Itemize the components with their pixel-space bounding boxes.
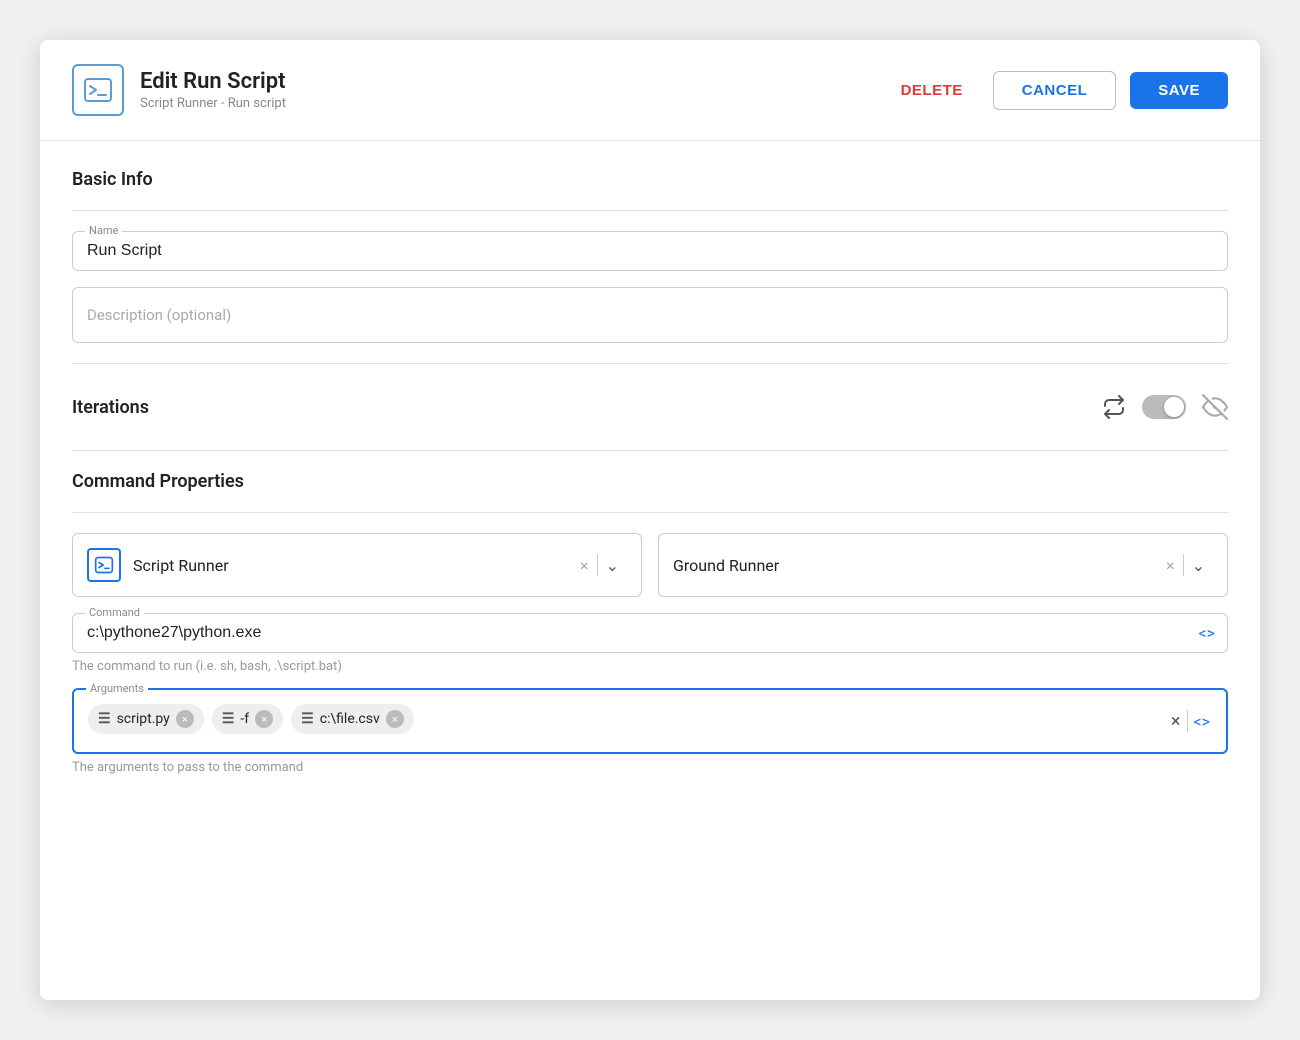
arg-text-3: c:\file.csv <box>320 711 380 727</box>
script-runner-icon <box>83 75 113 105</box>
name-field-group: Name <box>72 231 1228 271</box>
plugin-dropdown-icon <box>87 548 121 582</box>
runner-dropdown-actions: × ⌄ <box>1158 554 1213 576</box>
delete-button[interactable]: DELETE <box>885 72 979 109</box>
repeat-icon <box>1102 395 1126 419</box>
repeat-icon-button[interactable] <box>1102 395 1126 419</box>
arg-tag-2: ☰ -f × <box>212 704 283 734</box>
arguments-hint: The arguments to pass to the command <box>72 760 1228 775</box>
command-hint: The command to run (i.e. sh, bash, .\scr… <box>72 659 1228 674</box>
arg-tag-3: ☰ c:\file.csv × <box>291 704 414 734</box>
name-input[interactable] <box>87 240 1213 260</box>
arg-remove-1[interactable]: × <box>176 710 194 728</box>
command-properties-title: Command Properties <box>72 471 1228 492</box>
iterations-label: Iterations <box>72 397 149 418</box>
divider-1 <box>72 210 1228 211</box>
plugin-dropdown-text: Script Runner <box>133 556 572 575</box>
arg-icon-2: ☰ <box>222 711 235 727</box>
arguments-right: × <> <box>1165 710 1216 732</box>
arguments-wrapper[interactable]: Arguments ☰ script.py × ☰ -f × ☰ c:\file… <box>72 688 1228 754</box>
command-code-icon[interactable]: <> <box>1199 624 1216 643</box>
cancel-button[interactable]: CANCEL <box>993 71 1117 110</box>
name-field-wrapper: Name <box>72 231 1228 271</box>
dropdowns-row: Script Runner × ⌄ Ground Runner × ⌄ <box>72 533 1228 597</box>
eye-slash-icon <box>1202 394 1228 420</box>
runner-dropdown[interactable]: Ground Runner × ⌄ <box>658 533 1228 597</box>
terminal-icon <box>94 555 114 575</box>
iterations-row: Iterations <box>72 384 1228 430</box>
description-field[interactable]: Description (optional) <box>72 287 1228 343</box>
visibility-toggle-button[interactable] <box>1202 394 1228 420</box>
command-field: Command <> <box>72 613 1228 653</box>
arg-tag-1: ☰ script.py × <box>88 704 204 734</box>
divider-2 <box>72 363 1228 364</box>
arg-icon-1: ☰ <box>98 711 111 727</box>
header: Edit Run Script Script Runner - Run scri… <box>40 40 1260 141</box>
arg-remove-2[interactable]: × <box>255 710 273 728</box>
header-text: Edit Run Script Script Runner - Run scri… <box>140 69 885 111</box>
iterations-controls <box>1102 394 1228 420</box>
arguments-label: Arguments <box>86 682 148 695</box>
plugin-dropdown-actions: × ⌄ <box>572 554 627 576</box>
page-title: Edit Run Script <box>140 69 885 94</box>
arguments-inner: ☰ script.py × ☰ -f × ☰ c:\file.csv × <box>88 700 1212 738</box>
page-subtitle: Script Runner - Run script <box>140 96 885 111</box>
arg-text-2: -f <box>240 711 249 727</box>
basic-info-title: Basic Info <box>72 169 1228 190</box>
arg-icon-3: ☰ <box>301 711 314 727</box>
runner-dropdown-text: Ground Runner <box>673 556 1158 575</box>
plugin-dropdown[interactable]: Script Runner × ⌄ <box>72 533 642 597</box>
save-button[interactable]: SAVE <box>1130 72 1228 109</box>
arg-text-1: script.py <box>117 711 170 727</box>
iterations-toggle[interactable] <box>1142 395 1186 419</box>
divider-3 <box>72 450 1228 451</box>
name-label: Name <box>85 224 122 237</box>
runner-clear-button[interactable]: × <box>1158 556 1183 575</box>
toggle-knob <box>1164 397 1184 417</box>
runner-chevron-icon[interactable]: ⌄ <box>1184 556 1213 575</box>
divider-4 <box>72 512 1228 513</box>
arg-remove-3[interactable]: × <box>386 710 404 728</box>
description-placeholder-text: Description (optional) <box>87 306 231 324</box>
command-field-label: Command <box>85 606 144 619</box>
body: Basic Info Name Description (optional) I… <box>40 141 1260 817</box>
plugin-clear-button[interactable]: × <box>572 556 597 575</box>
arguments-code-icon[interactable]: <> <box>1188 712 1217 731</box>
header-icon <box>72 64 124 116</box>
command-input[interactable] <box>87 622 1187 642</box>
arguments-clear-button[interactable]: × <box>1165 711 1187 732</box>
header-actions: DELETE CANCEL SAVE <box>885 71 1228 110</box>
plugin-chevron-icon[interactable]: ⌄ <box>598 556 627 575</box>
modal-container: Edit Run Script Script Runner - Run scri… <box>40 40 1260 1000</box>
